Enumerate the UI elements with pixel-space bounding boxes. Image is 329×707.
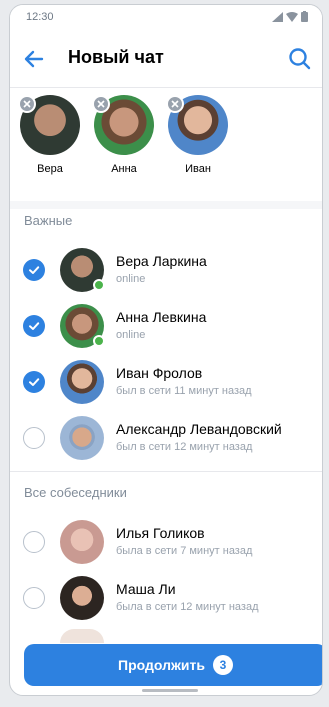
online-indicator [93,335,105,347]
search-button[interactable] [286,45,314,73]
section-header-important: Важные [24,213,73,228]
close-icon [23,100,31,108]
checkbox-checked[interactable] [23,259,45,281]
continue-label: Продолжить [118,657,205,673]
back-button[interactable] [20,45,48,73]
avatar-partial [60,629,104,643]
section-divider [10,471,322,472]
continue-button[interactable]: Продолжить 3 [24,644,322,686]
contact-row[interactable]: Иван Фролов был в сети 11 минут назад [10,353,322,409]
chip-name: Вера [37,163,63,175]
battery-icon [301,11,308,22]
home-indicator[interactable] [142,689,198,692]
contact-row[interactable]: Маша Ли была в сети 12 минут назад [10,569,322,625]
close-icon [97,100,105,108]
checkbox-unchecked[interactable] [23,427,45,449]
wifi-icon [286,11,298,22]
status-icons [272,11,308,22]
contact-name: Иван Фролов [116,365,203,381]
contact-status: была в сети 12 минут назад [116,601,259,613]
header: Новый чат [10,33,322,85]
contact-row[interactable]: Илья Голиков была в сети 7 минут назад [10,513,322,569]
arrow-left-icon [24,50,44,68]
phone-screen: 12:30 Новый чат Вера Анна Иван Важные Ве… [9,4,323,696]
header-divider [10,87,322,88]
avatar [60,416,104,460]
selected-chip-anna[interactable]: Анна [92,95,156,175]
checkbox-unchecked[interactable] [23,587,45,609]
contact-name: Маша Ли [116,581,176,597]
search-icon [289,48,311,70]
contact-row[interactable]: Анна Левкина online [10,297,322,353]
selected-count-badge: 3 [212,655,233,675]
selected-chip-vera[interactable]: Вера [18,95,82,175]
checkmark-icon [29,322,40,330]
contact-row[interactable]: Александр Левандовский был в сети 12 мин… [10,409,322,465]
signal-icon [272,11,283,22]
contact-name: Вера Ларкина [116,253,207,269]
contact-name: Александр Левандовский [116,421,282,437]
contact-status: online [116,273,146,285]
contact-status: был в сети 11 минут назад [116,385,252,397]
status-bar: 12:30 [10,5,322,29]
selected-chips: Вера Анна Иван [10,95,322,195]
online-indicator [93,279,105,291]
contact-row[interactable]: Вера Ларкина online [10,241,322,297]
chip-name: Иван [185,163,211,175]
avatar [60,576,104,620]
remove-chip-button[interactable] [166,95,184,113]
checkbox-checked[interactable] [23,315,45,337]
contact-status: был в сети 12 минут назад [116,441,253,453]
page-title: Новый чат [68,47,164,67]
contact-name: Анна Левкина [116,309,207,325]
contact-status: online [116,329,146,341]
avatar [60,520,104,564]
contact-status: была в сети 7 минут назад [116,545,253,557]
remove-chip-button[interactable] [92,95,110,113]
contact-name: Илья Голиков [116,525,205,541]
close-icon [171,100,179,108]
section-header-all: Все собеседники [24,485,127,500]
chips-divider [10,201,322,209]
checkmark-icon [29,378,40,386]
avatar [60,360,104,404]
selected-chip-ivan[interactable]: Иван [166,95,230,175]
checkbox-checked[interactable] [23,371,45,393]
chip-name: Анна [111,163,137,175]
checkbox-unchecked[interactable] [23,531,45,553]
status-time: 12:30 [26,11,54,23]
checkmark-icon [29,266,40,274]
remove-chip-button[interactable] [18,95,36,113]
